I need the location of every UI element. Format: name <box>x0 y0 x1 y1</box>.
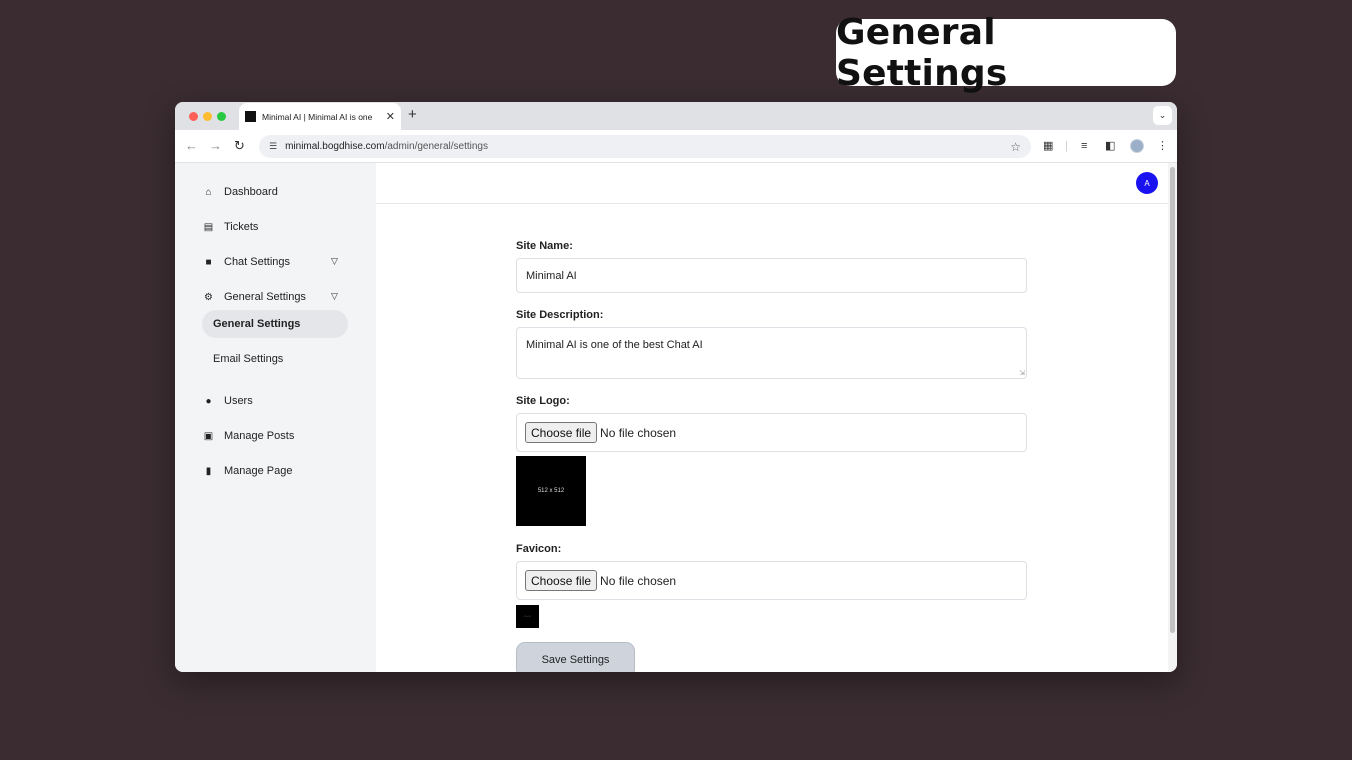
new-tab-button[interactable]: + <box>408 107 417 123</box>
site-description-text: Minimal AI is one of the best Chat AI <box>526 339 703 351</box>
sidebar-item-dashboard[interactable]: ⌂ Dashboard <box>203 184 278 200</box>
forward-arrow-icon[interactable]: → <box>209 138 222 154</box>
chat-icon: ■ <box>205 256 212 268</box>
logo-preview-image: 512 x 512 <box>516 456 586 526</box>
sidebar-item-label: Users <box>224 395 253 407</box>
chevron-down-icon[interactable]: ▽ <box>331 256 338 267</box>
favicon-preview-image: 32 x 32 <box>516 605 539 628</box>
back-arrow-icon[interactable]: ← <box>185 138 198 154</box>
submenu-item-general-settings[interactable]: General Settings <box>202 310 348 338</box>
browser-menu-icon[interactable]: ⋮ <box>1157 139 1168 153</box>
sidebar-item-label: General Settings <box>224 291 306 303</box>
save-settings-button[interactable]: Save Settings <box>516 642 635 672</box>
sidebar-item-general-settings[interactable]: ⚙ General Settings <box>203 289 306 305</box>
sidebar-item-label: Manage Page <box>224 465 293 477</box>
sidebar-item-users[interactable]: ● Users <box>203 393 253 409</box>
chevron-down-icon[interactable]: ▽ <box>331 291 338 302</box>
browser-tab[interactable]: Minimal AI | Minimal AI is one of the be… <box>239 103 401 130</box>
scrollbar-thumb[interactable] <box>1170 167 1175 633</box>
tab-favicon-icon <box>245 111 256 122</box>
sidebar-item-label: Chat Settings <box>224 256 291 268</box>
sidebar-item-chat-settings[interactable]: ■ Chat Settings <box>203 254 290 270</box>
logo-choose-file-button[interactable]: Choose file <box>525 422 598 443</box>
site-logo-file-input[interactable]: Choose file No file chosen <box>516 413 1027 452</box>
toolbar-divider: | <box>1065 140 1068 152</box>
site-description-label: Site Description: <box>516 309 604 321</box>
avatar[interactable]: A <box>1136 172 1158 194</box>
site-settings-icon[interactable]: ☰ <box>269 141 277 152</box>
favicon-label: Favicon: <box>516 543 562 555</box>
submenu-item-email-settings[interactable]: Email Settings <box>202 345 348 373</box>
ticket-icon: ▤ <box>203 221 214 233</box>
favicon-file-input[interactable]: Choose file No file chosen <box>516 561 1027 600</box>
browser-toolbar: ← → ↻ ☰ minimal.bogdhise.com/admin/gener… <box>175 130 1177 163</box>
address-bar[interactable]: ☰ minimal.bogdhise.com/admin/general/set… <box>259 135 1031 158</box>
sidebar-item-manage-posts[interactable]: ▣ Manage Posts <box>203 428 295 444</box>
page-headline: General Settings <box>836 12 1176 94</box>
home-icon: ⌂ <box>205 186 212 198</box>
favicon-file-status: No file chosen <box>600 573 677 588</box>
bookmark-star-icon[interactable]: ☆ <box>1010 140 1021 154</box>
sidebar-item-tickets[interactable]: ▤ Tickets <box>203 219 259 235</box>
content-header: A <box>376 163 1168 204</box>
page-icon: ▮ <box>205 465 212 477</box>
maximize-window-dot[interactable] <box>217 112 226 121</box>
sidebar-item-label: Dashboard <box>224 186 278 198</box>
site-description-field[interactable]: Minimal AI is one of the best Chat AI ⇲ <box>516 327 1027 379</box>
browser-window: Minimal AI | Minimal AI is one of the be… <box>175 102 1177 672</box>
users-icon: ● <box>205 395 212 407</box>
sidebar-item-label: Manage Posts <box>224 430 295 442</box>
favicon-choose-file-button[interactable]: Choose file <box>525 570 598 591</box>
url-text: minimal.bogdhise.com/admin/general/setti… <box>285 141 488 152</box>
logo-file-status: No file chosen <box>600 425 677 440</box>
tab-bar: Minimal AI | Minimal AI is one of the be… <box>175 102 1177 130</box>
minimize-window-dot[interactable] <box>203 112 212 121</box>
tab-close-icon[interactable]: ✕ <box>386 110 395 123</box>
scrollbar[interactable] <box>1168 163 1177 672</box>
admin-sidebar: ⌂ Dashboard ▤ Tickets ■ Chat Settings ▽ … <box>175 163 376 672</box>
posts-icon: ▣ <box>203 430 214 442</box>
reload-icon[interactable]: ↻ <box>234 138 245 154</box>
site-name-field[interactable]: Minimal AI <box>516 258 1027 293</box>
resize-handle-icon[interactable]: ⇲ <box>1019 370 1025 377</box>
browser-profile-avatar[interactable] <box>1130 139 1144 153</box>
extensions-icon[interactable]: ▦ <box>1043 139 1053 153</box>
main-content: A Site Name: Minimal AI Site Description… <box>376 163 1168 672</box>
media-control-icon[interactable]: ≡ <box>1081 139 1087 153</box>
sidebar-item-manage-page[interactable]: ▮ Manage Page <box>203 463 293 479</box>
site-logo-label: Site Logo: <box>516 395 570 407</box>
sidebar-item-label: Tickets <box>224 221 259 233</box>
gear-icon: ⚙ <box>204 291 213 303</box>
side-panel-icon[interactable]: ◧ <box>1105 139 1115 153</box>
site-name-label: Site Name: <box>516 240 573 252</box>
tab-search-button[interactable]: ⌄ <box>1153 106 1172 125</box>
close-window-dot[interactable] <box>189 112 198 121</box>
tab-title: Minimal AI | Minimal AI is one of the be… <box>262 111 374 122</box>
